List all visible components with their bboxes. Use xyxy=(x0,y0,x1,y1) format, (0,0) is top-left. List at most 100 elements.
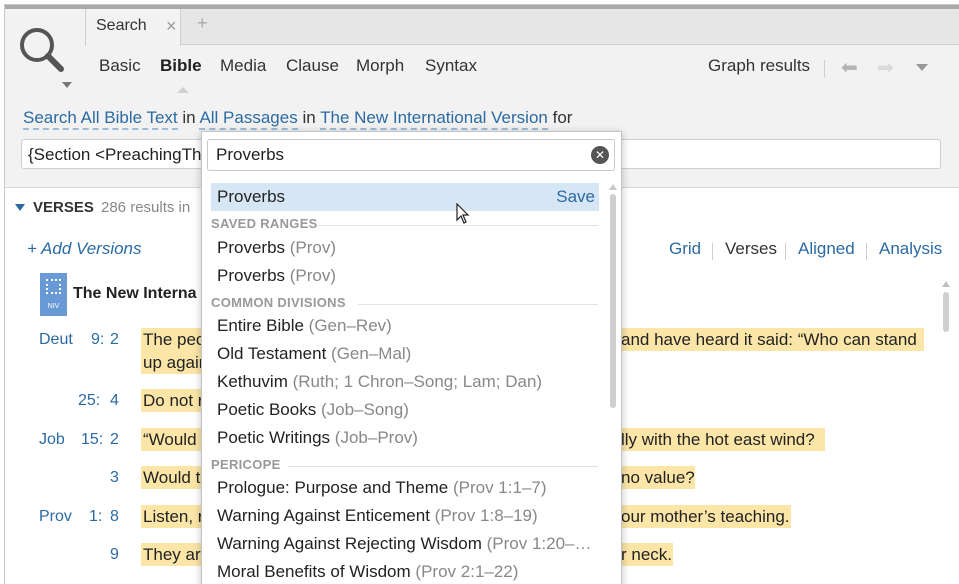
passage-filter-input[interactable]: Proverbs xyxy=(207,139,615,171)
toolbar-divider xyxy=(824,60,825,78)
search-scope-link[interactable]: Search All Bible Text xyxy=(23,108,178,130)
dropdown-item-label: Proverbs xyxy=(217,238,286,257)
dropdown-item[interactable]: Moral Benefits of Wisdom (Prov 2:1–22) xyxy=(211,558,599,584)
dropdown-item-label: Warning Against Enticement xyxy=(217,506,430,525)
dropdown-item-abbr: (Gen–Mal) xyxy=(331,344,412,363)
version-name: The New Interna xyxy=(73,285,197,302)
dropdown-item-label: Kethuvim xyxy=(217,372,288,391)
dropdown-item[interactable]: Proverbs (Prov) xyxy=(211,262,599,290)
mouse-cursor-icon xyxy=(456,203,470,224)
verse-ref-chapter[interactable]: 25: xyxy=(78,392,100,410)
verse-ref-book[interactable]: Job xyxy=(39,431,65,449)
verse-text: Would t xyxy=(141,466,201,489)
passages-link[interactable]: All Passages xyxy=(199,108,298,130)
view-analysis[interactable]: Analysis xyxy=(879,239,942,259)
verse-ref-verse[interactable]: 3 xyxy=(110,469,119,487)
dropdown-item[interactable]: Poetic Writings (Job–Prov) xyxy=(211,424,599,452)
dropdown-item-label: Poetic Books xyxy=(217,400,317,419)
verse-text: our mother’s teaching. xyxy=(619,505,791,528)
mode-media[interactable]: Media xyxy=(220,56,266,76)
clear-circle-icon[interactable]: ✕ xyxy=(591,146,609,164)
results-scrollbar[interactable] xyxy=(943,292,949,332)
tab-search[interactable]: Search × xyxy=(85,9,181,46)
mode-basic[interactable]: Basic xyxy=(99,56,141,76)
add-tab-icon[interactable]: + xyxy=(197,14,208,32)
search-panel: Search × + Basic Bible Media Clause Morp… xyxy=(4,4,959,584)
verse-ref-verse[interactable]: 2 xyxy=(110,431,119,449)
verse-ref-book[interactable]: Prov xyxy=(39,508,72,526)
dropdown-item-abbr: (Ruth; 1 Chron–Song; Lam; Dan) xyxy=(292,372,543,391)
passage-dropdown: Proverbs ✕ Proverbs Save SAVED RANGES Pr… xyxy=(201,131,622,584)
view-verses[interactable]: Verses xyxy=(725,239,777,259)
dropdown-item-abbr: (Prov 1:20–… xyxy=(486,534,592,553)
arrow-left-icon[interactable]: ⬅ xyxy=(841,58,858,78)
verse-ref-verse[interactable]: 2 xyxy=(110,331,119,349)
verse-text: no value? xyxy=(619,466,695,489)
dropdown-item-label: Proverbs xyxy=(217,187,286,206)
dropdown-item[interactable]: Entire Bible (Gen–Rev) xyxy=(211,312,599,340)
mode-morph[interactable]: Morph xyxy=(356,56,404,76)
verse-ref-verse[interactable]: 9 xyxy=(110,546,119,564)
arrow-right-icon[interactable]: ➡ xyxy=(877,58,894,78)
view-divider xyxy=(712,243,713,260)
verse-ref-chapter[interactable]: 1: xyxy=(89,508,102,526)
verses-section-title: VERSES xyxy=(33,199,94,216)
panel-menu-caret-icon[interactable] xyxy=(62,82,72,88)
dropdown-scrollbar[interactable] xyxy=(610,194,616,408)
query-for-text: for xyxy=(552,108,573,127)
verse-ref-chapter[interactable]: 15: xyxy=(81,431,103,449)
dropdown-item-label: Poetic Writings xyxy=(217,428,331,447)
dropdown-item-label: Proverbs xyxy=(217,266,286,285)
verse-text: lly with the hot east wind? xyxy=(619,428,825,451)
dropdown-item[interactable]: Warning Against Rejecting Wisdom (Prov 1… xyxy=(211,530,599,558)
search-panel-icon[interactable] xyxy=(17,23,67,93)
verse-text: “Would xyxy=(141,428,201,451)
view-grid[interactable]: Grid xyxy=(669,239,701,259)
dropdown-item-abbr: (Prov) xyxy=(289,266,337,285)
dropdown-item-abbr: (Prov 1:8–19) xyxy=(434,506,538,525)
section-divider xyxy=(288,466,598,467)
dropdown-item-label: Warning Against Rejecting Wisdom xyxy=(217,534,482,553)
mode-clause[interactable]: Clause xyxy=(286,56,339,76)
version-badge: NIV xyxy=(47,303,60,310)
collapse-caret-icon[interactable] xyxy=(15,204,25,211)
dropdown-item[interactable]: Poetic Books (Job–Song) xyxy=(211,396,599,424)
tab-bar xyxy=(85,9,959,45)
verse-ref-book[interactable]: Deut xyxy=(39,331,73,349)
dropdown-top-item[interactable]: Proverbs Save xyxy=(211,183,599,211)
dropdown-item-abbr: (Prov) xyxy=(289,238,337,257)
verse-ref-verse[interactable]: 8 xyxy=(110,508,119,526)
dropdown-item-abbr: (Prov 2:1–22) xyxy=(415,562,519,581)
version-link[interactable]: The New International Version xyxy=(320,108,548,130)
graph-results-button[interactable]: Graph results xyxy=(708,56,810,76)
add-versions-link[interactable]: + Add Versions xyxy=(27,239,142,259)
save-range-button[interactable]: Save xyxy=(556,187,595,207)
view-aligned[interactable]: Aligned xyxy=(798,239,855,259)
dropdown-item-label: Prologue: Purpose and Theme xyxy=(217,478,449,497)
dropdown-item[interactable]: Warning Against Enticement (Prov 1:8–19) xyxy=(211,502,599,530)
dropdown-item[interactable]: Kethuvim (Ruth; 1 Chron–Song; Lam; Dan) xyxy=(211,368,599,396)
verse-ref-chapter[interactable]: 9: xyxy=(91,331,104,349)
mode-bible[interactable]: Bible xyxy=(160,56,202,76)
view-divider xyxy=(785,243,786,260)
verse-text: r neck. xyxy=(619,543,673,566)
tab-label: Search xyxy=(96,17,147,34)
dropdown-item-abbr: (Job–Song) xyxy=(320,400,409,419)
mode-syntax[interactable]: Syntax xyxy=(425,56,477,76)
view-divider xyxy=(866,243,867,260)
query-in-text: in xyxy=(302,108,316,127)
query-description: Search All Bible Text in All Passages in… xyxy=(23,108,573,130)
scroll-up-icon[interactable] xyxy=(609,184,617,190)
dropdown-item-abbr: (Job–Prov) xyxy=(334,428,418,447)
dropdown-item-label: Entire Bible xyxy=(217,316,304,335)
chevron-down-icon[interactable] xyxy=(916,64,928,71)
dropdown-item[interactable]: Proverbs (Prov) xyxy=(211,234,599,262)
dropdown-item[interactable]: Old Testament (Gen–Mal) xyxy=(211,340,599,368)
close-icon[interactable]: × xyxy=(166,17,177,35)
dropdown-item[interactable]: Prologue: Purpose and Theme (Prov 1:1–7) xyxy=(211,474,599,502)
verse-text: Listen, r xyxy=(141,505,204,528)
scroll-up-icon[interactable] xyxy=(942,281,950,287)
verse-ref-verse[interactable]: 4 xyxy=(110,392,119,410)
section-divider xyxy=(318,225,598,226)
verse-text: and have heard it said: “Who can stand xyxy=(619,328,924,351)
